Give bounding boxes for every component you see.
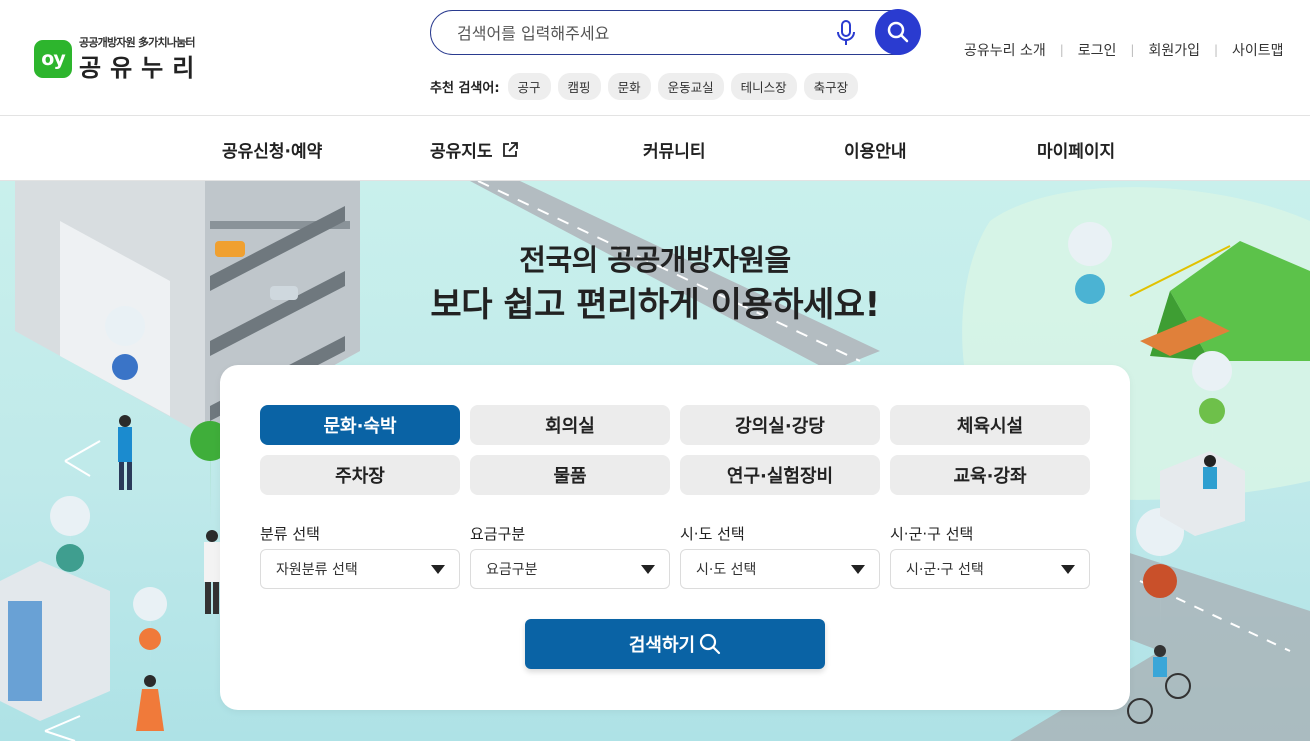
- about-link[interactable]: 공유누리 소개: [964, 40, 1046, 60]
- dropdown-arrow-icon: [851, 565, 865, 574]
- category-select[interactable]: 자원분류 선택: [260, 549, 460, 589]
- search-input[interactable]: [457, 21, 817, 45]
- utility-nav: 공유누리 소개 | 로그인 | 회원가입 | 사이트맵: [964, 40, 1284, 60]
- nav-apply-reserve[interactable]: 공유신청·예약: [222, 137, 322, 162]
- keyword-chip[interactable]: 캠핑: [557, 73, 601, 100]
- district-select-value: 시·군·구 선택: [906, 562, 984, 578]
- search-button[interactable]: [875, 9, 921, 55]
- logo-title: 공유누리: [79, 54, 204, 82]
- divider: |: [1214, 43, 1219, 57]
- main-nav: 공유신청·예약 공유지도 커뮤니티 이용안내 마이페이지: [0, 116, 1310, 181]
- fee-select[interactable]: 요금구분: [470, 549, 670, 589]
- nav-share-map[interactable]: 공유지도: [430, 137, 519, 162]
- search-submit-label: 검색하기: [628, 635, 696, 656]
- category-lecture-hall[interactable]: 강의실·강당: [680, 405, 880, 445]
- search-box: [430, 9, 921, 55]
- district-select[interactable]: 시·군·구 선택: [890, 549, 1090, 589]
- filter-label-province: 시·도 선택: [680, 525, 745, 543]
- site-logo[interactable]: oy 공공개방자원 多가치나눔터 공유누리: [34, 34, 203, 83]
- keyword-chip[interactable]: 공구: [507, 73, 551, 100]
- nav-share-map-label: 공유지도: [430, 142, 493, 162]
- province-select-value: 시·도 선택: [696, 562, 757, 578]
- category-culture-lodging[interactable]: 문화·숙박: [260, 405, 460, 445]
- keyword-chip[interactable]: 운동교실: [657, 73, 724, 100]
- filter-label-fee: 요금구분: [470, 525, 526, 543]
- keyword-chip[interactable]: 테니스장: [730, 73, 797, 100]
- resource-search-panel: 문화·숙박 회의실 강의실·강당 체육시설 주차장 물품 연구·실험장비 교육·…: [220, 365, 1130, 710]
- recommend-label: 추천 검색어:: [430, 81, 500, 96]
- keyword-chip[interactable]: 축구장: [803, 73, 859, 100]
- search-submit-button[interactable]: 검색하기: [525, 619, 825, 669]
- category-sports-facility[interactable]: 체육시설: [890, 405, 1090, 445]
- divider: |: [1130, 43, 1135, 57]
- sitemap-link[interactable]: 사이트맵: [1232, 40, 1284, 60]
- external-link-icon: [502, 141, 518, 157]
- recommended-keywords: 추천 검색어: 공구 캠핑 문화 운동교실 테니스장 축구장: [430, 73, 865, 100]
- fee-select-value: 요금구분: [486, 562, 538, 578]
- hero-section: 전국의 공공개방자원을 보다 쉽고 편리하게 이용하세요! 문화·숙박 회의실 …: [0, 181, 1310, 741]
- category-parking[interactable]: 주차장: [260, 455, 460, 495]
- nav-mypage[interactable]: 마이페이지: [1037, 137, 1115, 162]
- hero-title-line1: 전국의 공공개방자원을: [519, 243, 791, 277]
- keyword-chip[interactable]: 문화: [607, 73, 651, 100]
- category-select-value: 자원분류 선택: [276, 562, 358, 578]
- site-header: oy 공공개방자원 多가치나눔터 공유누리 추천 검색어: 공구 캠핑 문화 운…: [0, 0, 1310, 116]
- divider: |: [1059, 43, 1064, 57]
- category-education[interactable]: 교육·강좌: [890, 455, 1090, 495]
- hero-title-line2: 보다 쉽고 편리하게 이용하세요!: [430, 285, 880, 325]
- province-select[interactable]: 시·도 선택: [680, 549, 880, 589]
- category-research-equipment[interactable]: 연구·실험장비: [680, 455, 880, 495]
- signup-link[interactable]: 회원가입: [1148, 40, 1200, 60]
- login-link[interactable]: 로그인: [1078, 40, 1117, 60]
- dropdown-arrow-icon: [1061, 565, 1075, 574]
- category-goods[interactable]: 물품: [470, 455, 670, 495]
- filter-label-district: 시·군·구 선택: [890, 525, 974, 543]
- microphone-icon[interactable]: [835, 20, 857, 46]
- dropdown-arrow-icon: [431, 565, 445, 574]
- search-icon: [887, 21, 909, 43]
- nav-guide[interactable]: 이용안내: [844, 137, 907, 162]
- filter-label-category: 분류 선택: [260, 525, 320, 543]
- dropdown-arrow-icon: [641, 565, 655, 574]
- category-meeting-room[interactable]: 회의실: [470, 405, 670, 445]
- logo-badge-icon: oy: [34, 39, 72, 78]
- search-icon: [700, 633, 721, 655]
- nav-community[interactable]: 커뮤니티: [643, 137, 706, 162]
